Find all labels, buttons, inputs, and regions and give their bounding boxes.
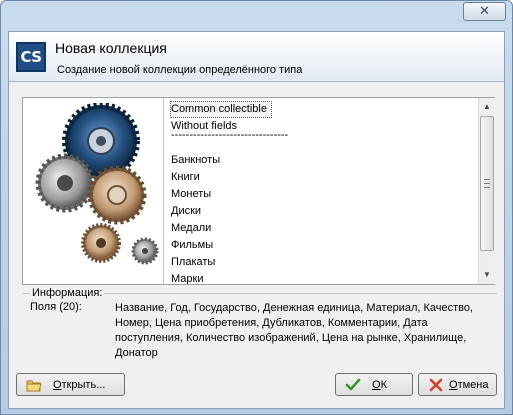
- list-item[interactable]: Common collectible: [170, 101, 272, 118]
- cross-icon: [427, 377, 445, 393]
- app-logo: CS: [16, 42, 46, 72]
- list-item[interactable]: Фильмы: [171, 238, 213, 253]
- dialog-title: Новая коллекция: [55, 40, 167, 56]
- list-item[interactable]: Марки: [171, 272, 203, 284]
- dialog-header: CS Новая коллекция Создание новой коллек…: [9, 32, 504, 82]
- logo-text: CS: [20, 48, 42, 66]
- list-item[interactable]: Книги: [171, 170, 200, 185]
- info-group-title: Информация:: [30, 287, 105, 299]
- scroll-down-icon[interactable]: ▼: [479, 266, 495, 282]
- list-item[interactable]: Монеты: [171, 187, 211, 202]
- close-button[interactable]: ✕: [463, 2, 506, 21]
- dialog-subtitle: Создание новой коллекции определённого т…: [57, 64, 303, 76]
- list-item[interactable]: Диски: [171, 204, 201, 219]
- vertical-scrollbar[interactable]: ▲ ▼: [478, 98, 495, 284]
- small-bronze-gear-icon: [81, 223, 121, 263]
- scroll-thumb[interactable]: [480, 116, 494, 251]
- cancel-button-label: Отмена: [449, 378, 489, 391]
- open-button-label: Открыть...: [53, 378, 106, 391]
- checkmark-icon: [344, 377, 362, 393]
- close-icon: ✕: [479, 4, 490, 19]
- folder-icon: [25, 377, 43, 393]
- grip-icon: [484, 179, 490, 188]
- fields-count-label: Поля (20):: [30, 301, 82, 313]
- scroll-up-icon[interactable]: ▲: [479, 98, 495, 114]
- list-item[interactable]: Медали: [171, 221, 211, 236]
- list-separator: --------------------------------: [171, 129, 289, 141]
- title-bar[interactable]: ✕: [1, 1, 512, 31]
- dialog-content: CS Новая коллекция Создание новой коллек…: [8, 31, 505, 409]
- open-button[interactable]: Открыть...: [16, 373, 125, 396]
- steel-gear-icon: [35, 153, 95, 213]
- bronze-gear-icon: [87, 165, 147, 225]
- list-item[interactable]: Плакаты: [171, 255, 215, 270]
- info-group: Информация: Поля (20): Название, Год, Го…: [22, 287, 497, 364]
- type-selection-panel: Common collectible Without fields ------…: [22, 97, 495, 285]
- dialog-window: ✕ CS Новая коллекция Создание новой колл…: [0, 0, 513, 415]
- collection-type-list[interactable]: Common collectible Without fields ------…: [163, 98, 495, 284]
- gears-illustration: [35, 103, 159, 265]
- fields-list-text: Название, Год, Государство, Денежная еди…: [115, 302, 474, 359]
- small-steel-gear-icon: [131, 237, 159, 265]
- list-item[interactable]: Банкноты: [171, 153, 220, 168]
- ok-button[interactable]: ОК: [335, 373, 413, 396]
- cancel-button[interactable]: Отмена: [418, 373, 497, 396]
- ok-button-label: ОК: [372, 378, 387, 391]
